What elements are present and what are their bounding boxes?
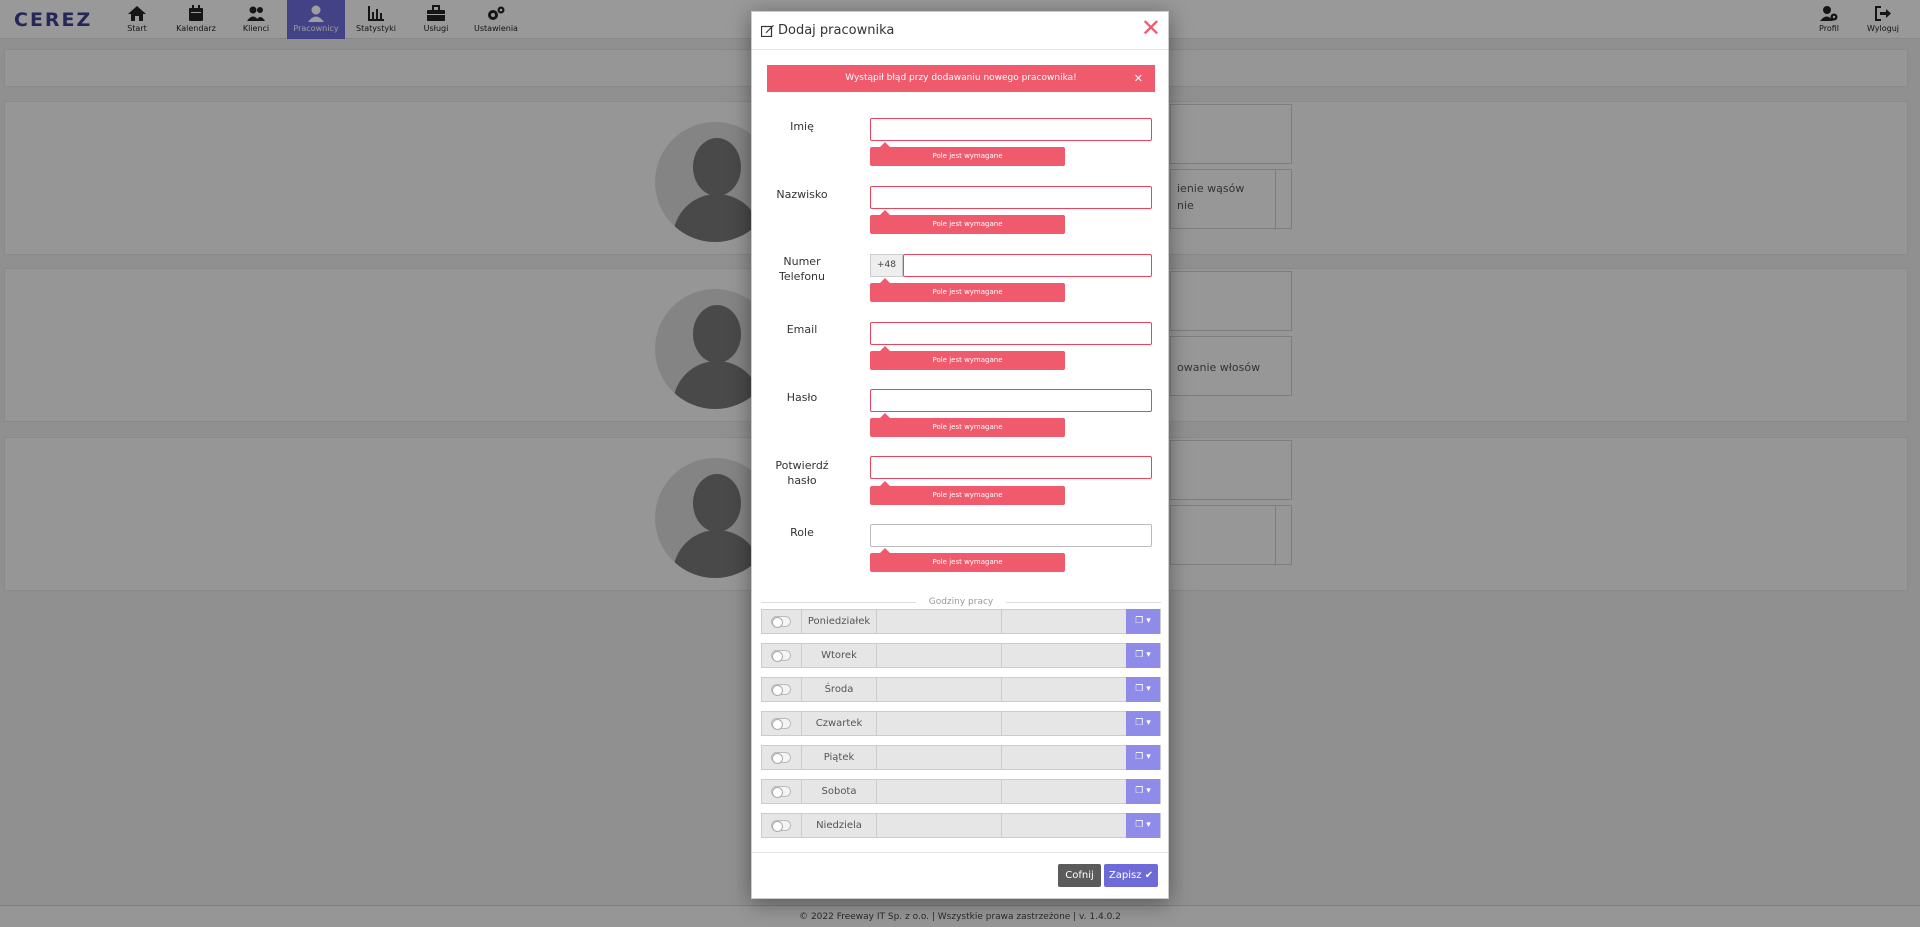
day-toggle[interactable] — [762, 644, 802, 667]
day-row-saturday: Sobota ❐ ▾ — [761, 779, 1161, 804]
first-name-input[interactable] — [870, 118, 1152, 141]
day-toggle[interactable] — [762, 814, 802, 837]
day-toggle[interactable] — [762, 678, 802, 701]
end-time-input[interactable] — [1002, 746, 1127, 769]
end-time-input[interactable] — [1002, 644, 1127, 667]
day-name: Wtorek — [802, 644, 877, 667]
confirm-password-label: Potwierdź hasło — [775, 459, 829, 487]
phone-label: Numer Telefonu — [779, 255, 825, 283]
save-button[interactable]: Zapisz ✔ — [1104, 864, 1158, 887]
email-input[interactable] — [870, 322, 1152, 345]
day-toggle[interactable] — [762, 780, 802, 803]
phone-input[interactable] — [903, 254, 1152, 277]
modal-header: Dodaj pracownika ✕ — [752, 12, 1168, 50]
last-name-label: Nazwisko — [776, 188, 828, 201]
day-name: Poniedziałek — [802, 610, 877, 633]
day-toggle[interactable] — [762, 712, 802, 735]
day-toggle[interactable] — [762, 610, 802, 633]
start-time-input[interactable] — [877, 610, 1002, 633]
start-time-input[interactable] — [877, 746, 1002, 769]
error-alert: Wystąpił błąd przy dodawaniu nowego prac… — [767, 65, 1155, 92]
last-name-error: Pole jest wymagane — [870, 210, 1065, 234]
check-icon: ✔ — [1144, 870, 1154, 881]
day-row-sunday: Niedziela ❐ ▾ — [761, 813, 1161, 838]
day-name: Niedziela — [802, 814, 877, 837]
copy-hours-button[interactable]: ❐ ▾ — [1126, 745, 1160, 770]
day-toggle[interactable] — [762, 746, 802, 769]
password-input[interactable] — [870, 389, 1152, 412]
copy-hours-button[interactable]: ❐ ▾ — [1126, 779, 1160, 804]
start-time-input[interactable] — [877, 814, 1002, 837]
error-alert-text: Wystąpił błąd przy dodawaniu nowego prac… — [845, 73, 1077, 83]
copy-hours-button[interactable]: ❐ ▾ — [1126, 711, 1160, 736]
save-button-label: Zapisz — [1108, 870, 1142, 881]
role-label: Role — [790, 526, 814, 539]
day-row-friday: Piątek ❐ ▾ — [761, 745, 1161, 770]
end-time-input[interactable] — [1002, 678, 1127, 701]
working-hours-title: Godziny pracy — [761, 597, 1161, 607]
end-time-input[interactable] — [1002, 610, 1127, 633]
copy-hours-button[interactable]: ❐ ▾ — [1126, 813, 1160, 838]
copy-hours-button[interactable]: ❐ ▾ — [1126, 677, 1160, 702]
working-hours-title-text: Godziny pracy — [928, 597, 994, 607]
phone-prefix: +48 — [870, 254, 903, 277]
start-time-input[interactable] — [877, 678, 1002, 701]
day-name: Sobota — [802, 780, 877, 803]
close-icon[interactable]: ✕ — [1141, 14, 1161, 42]
edit-icon — [761, 25, 774, 37]
confirm-password-error: Pole jest wymagane — [870, 481, 1065, 505]
modal-title: Dodaj pracownika — [778, 23, 895, 38]
day-row-monday: Poniedziałek ❐ ▾ — [761, 609, 1161, 634]
end-time-input[interactable] — [1002, 712, 1127, 735]
add-employee-modal: Dodaj pracownika ✕ Wystąpił błąd przy do… — [751, 11, 1169, 899]
phone-error: Pole jest wymagane — [870, 278, 1065, 302]
first-name-label: Imię — [790, 120, 814, 133]
email-error: Pole jest wymagane — [870, 346, 1065, 370]
day-row-tuesday: Wtorek ❐ ▾ — [761, 643, 1161, 668]
last-name-input[interactable] — [870, 186, 1152, 209]
start-time-input[interactable] — [877, 644, 1002, 667]
role-error: Pole jest wymagane — [870, 548, 1065, 572]
password-label: Hasło — [786, 391, 818, 404]
email-label: Email — [786, 323, 818, 336]
first-name-error: Pole jest wymagane — [870, 142, 1065, 166]
day-row-thursday: Czwartek ❐ ▾ — [761, 711, 1161, 736]
role-select[interactable] — [870, 524, 1152, 547]
day-name: Środa — [802, 678, 877, 701]
copy-hours-button[interactable]: ❐ ▾ — [1126, 643, 1160, 668]
alert-close-icon[interactable]: ✕ — [1134, 65, 1143, 92]
end-time-input[interactable] — [1002, 814, 1127, 837]
start-time-input[interactable] — [877, 712, 1002, 735]
modal-footer: Cofnij Zapisz ✔ — [752, 852, 1168, 899]
password-error: Pole jest wymagane — [870, 413, 1065, 437]
start-time-input[interactable] — [877, 780, 1002, 803]
back-button[interactable]: Cofnij — [1058, 864, 1101, 887]
day-row-wednesday: Środa ❐ ▾ — [761, 677, 1161, 702]
confirm-password-input[interactable] — [870, 456, 1152, 479]
day-name: Piątek — [802, 746, 877, 769]
end-time-input[interactable] — [1002, 780, 1127, 803]
day-name: Czwartek — [802, 712, 877, 735]
copy-hours-button[interactable]: ❐ ▾ — [1126, 609, 1160, 634]
